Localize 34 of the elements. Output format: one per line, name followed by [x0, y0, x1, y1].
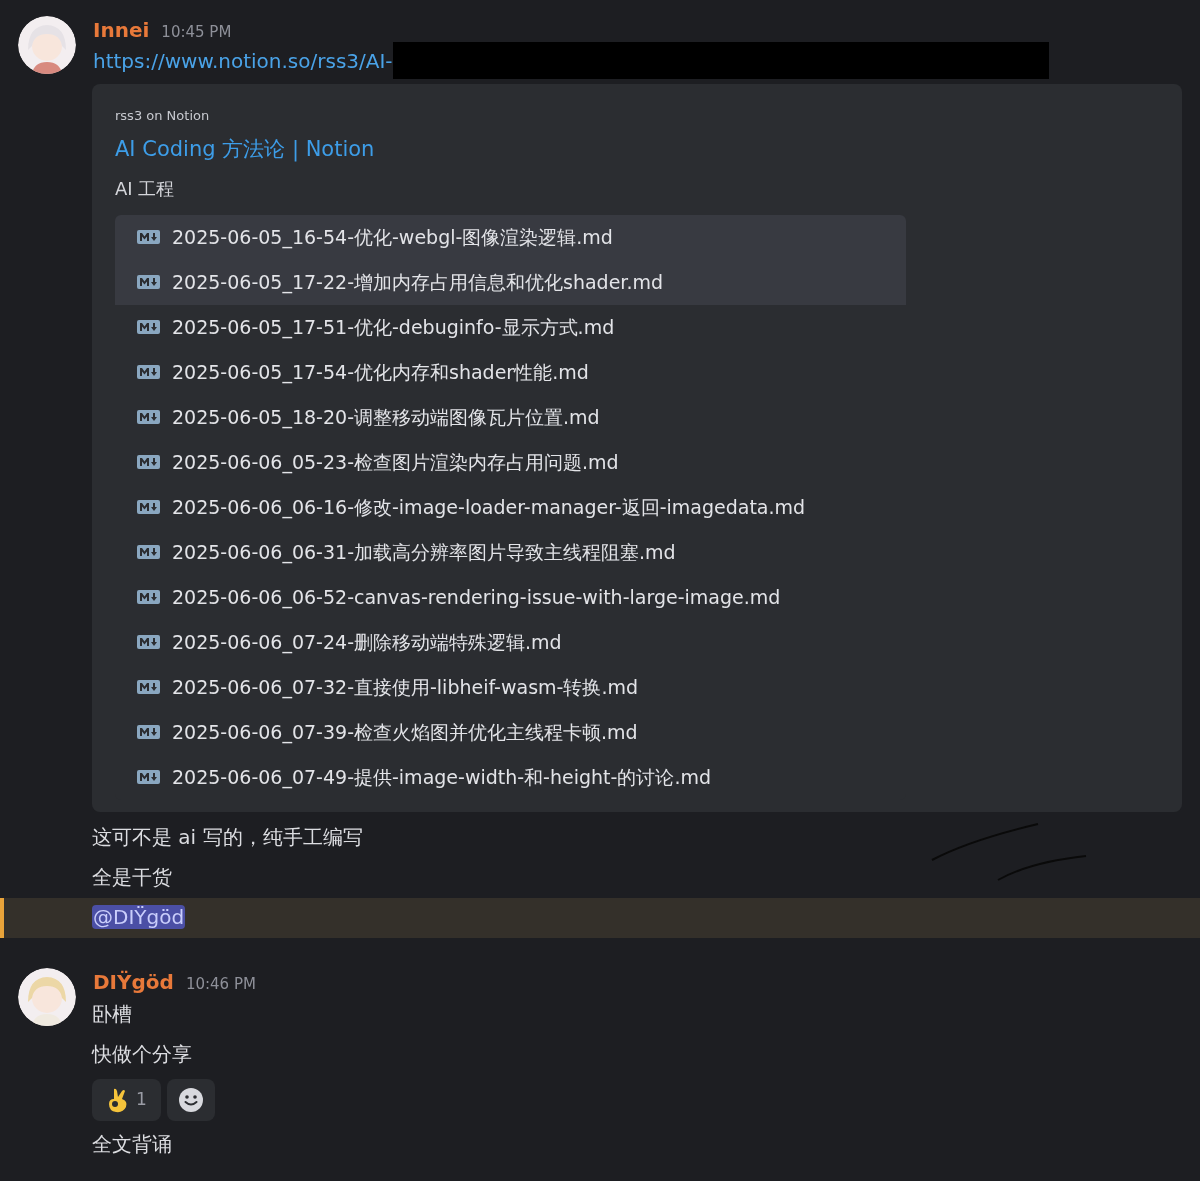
embed-description: AI 工程: [115, 177, 175, 199]
markdown-icon: [137, 680, 160, 694]
timestamp: 10:45 PM: [161, 22, 232, 43]
message-link[interactable]: https://www.notion.so/rss3/AI-: [93, 45, 393, 76]
author-name[interactable]: Innei: [93, 18, 150, 42]
message-text: 全文背诵: [92, 1132, 172, 1156]
file-row[interactable]: 2025-06-05_16-54-优化-webgl-图像渲染逻辑.md: [115, 214, 906, 260]
markdown-icon: [137, 725, 160, 739]
reaction-button[interactable]: 1: [92, 1079, 161, 1121]
author-name[interactable]: DIŸgöd: [93, 969, 174, 994]
markdown-icon: [137, 365, 160, 379]
markdown-icon: [137, 770, 160, 784]
embed-title[interactable]: AI Coding 方法论 | Notion: [115, 136, 375, 161]
avatar[interactable]: [18, 16, 76, 74]
markdown-icon: [137, 230, 160, 244]
file-row[interactable]: 2025-06-05_17-22-增加内存占用信息和优化shader.md: [115, 259, 906, 305]
markdown-icon: [137, 410, 160, 424]
smiley-icon: [177, 1087, 204, 1113]
markdown-icon: [137, 590, 160, 604]
avatar[interactable]: [18, 967, 76, 1026]
markdown-icon: [137, 545, 160, 559]
timestamp: 10:46 PM: [185, 973, 256, 995]
markdown-icon: [137, 635, 160, 649]
message-text: 全是干货: [92, 864, 172, 889]
message-text: 快做个分享: [92, 1042, 192, 1066]
markdown-icon: [137, 320, 160, 334]
markdown-icon: [137, 275, 160, 289]
markdown-icon: [137, 455, 160, 469]
markdown-icon: [137, 500, 160, 514]
user-mention[interactable]: @DIŸgöd: [92, 904, 186, 929]
embed-provider: rss3 on Notion: [115, 107, 211, 124]
message-text: 这可不是 ai 写的，纯手工编写: [92, 824, 363, 849]
message-text: 卧槽: [92, 1002, 132, 1026]
add-reaction-button[interactable]: [166, 1079, 215, 1121]
